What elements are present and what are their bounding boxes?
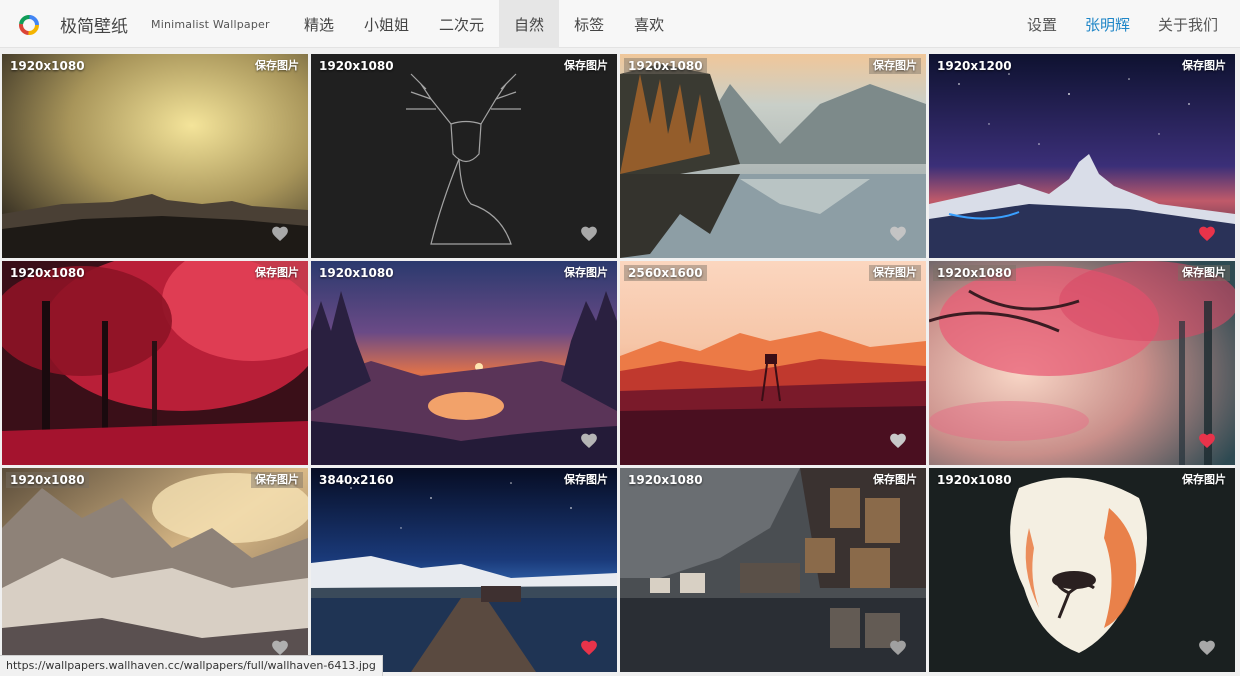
wallpaper-thumbnail — [620, 261, 926, 465]
wallpaper-card[interactable]: 1920x1080 保存图片 — [2, 54, 308, 258]
save-image-button[interactable]: 保存图片 — [251, 472, 303, 488]
wallpaper-thumbnail — [929, 261, 1235, 465]
resolution-label: 1920x1080 — [10, 266, 85, 280]
wallpaper-thumbnail — [2, 54, 308, 258]
like-button[interactable] — [889, 225, 907, 242]
heart-icon — [890, 640, 906, 655]
settings-link[interactable]: 设置 — [1013, 0, 1071, 48]
wallpaper-thumbnail — [929, 468, 1235, 672]
save-image-button[interactable]: 保存图片 — [1178, 58, 1230, 74]
like-button[interactable] — [889, 432, 907, 449]
wallpaper-thumbnail — [311, 54, 617, 258]
save-image-button[interactable]: 保存图片 — [869, 265, 921, 281]
heart-icon — [581, 433, 597, 448]
wallpaper-card[interactable]: 1920x1080 保存图片 — [2, 468, 308, 672]
wallpaper-thumbnail — [2, 468, 308, 672]
heart-icon — [890, 226, 906, 241]
wallpaper-card[interactable]: 1920x1080 保存图片 — [2, 261, 308, 465]
resolution-label: 1920x1080 — [6, 472, 89, 488]
about-link[interactable]: 关于我们 — [1144, 0, 1232, 48]
resolution-label: 1920x1080 — [628, 473, 703, 487]
like-button[interactable] — [580, 225, 598, 242]
nav-tags[interactable]: 标签 — [559, 0, 619, 48]
wallpaper-card[interactable]: 1920x1080 保存图片 — [929, 261, 1235, 465]
wallpaper-card[interactable]: 1920x1080 保存图片 — [311, 54, 617, 258]
wallpaper-card[interactable]: 1920x1080 保存图片 — [929, 468, 1235, 672]
resolution-label: 1920x1080 — [319, 266, 394, 280]
wallpaper-thumbnail — [620, 54, 926, 258]
resolution-label: 1920x1080 — [624, 58, 707, 74]
wallpaper-card[interactable]: 3840x2160 保存图片 — [311, 468, 617, 672]
wallpaper-thumbnail — [620, 468, 926, 672]
wallpaper-card[interactable]: 1920x1080 保存图片 — [620, 468, 926, 672]
heart-icon — [1199, 226, 1215, 241]
save-image-button[interactable]: 保存图片 — [560, 472, 612, 488]
like-button[interactable] — [271, 225, 289, 242]
save-image-button[interactable]: 保存图片 — [251, 265, 303, 281]
wallpaper-card[interactable]: 1920x1080 保存图片 — [620, 54, 926, 258]
wallpaper-card[interactable]: 1920x1200 保存图片 — [929, 54, 1235, 258]
resolution-label: 3840x2160 — [319, 473, 394, 487]
wallpaper-grid: 1920x1080 保存图片 1920x1080 保存图片 1920x1080 … — [2, 54, 1236, 676]
wallpaper-card[interactable]: 2560x1600 保存图片 — [620, 261, 926, 465]
wallpaper-thumbnail — [929, 54, 1235, 258]
heart-icon — [1199, 433, 1215, 448]
account-nav: 设置 张明辉 关于我们 — [1013, 0, 1232, 48]
top-bar: 极简壁纸 Minimalist Wallpaper 精选 小姐姐 二次元 自然 … — [0, 0, 1240, 48]
nav-girls[interactable]: 小姐姐 — [349, 0, 424, 48]
resolution-label: 1920x1080 — [10, 59, 85, 73]
heart-icon — [581, 640, 597, 655]
resolution-label: 1920x1080 — [319, 59, 394, 73]
resolution-label: 1920x1080 — [933, 265, 1016, 281]
nav-nature[interactable]: 自然 — [499, 0, 560, 48]
save-image-button[interactable]: 保存图片 — [560, 58, 612, 74]
main-nav: 精选 小姐姐 二次元 自然 标签 喜欢 — [289, 0, 679, 48]
wallpaper-card[interactable]: 1920x1080 保存图片 — [311, 261, 617, 465]
like-button[interactable] — [1198, 639, 1216, 656]
wallpaper-thumbnail — [311, 468, 617, 672]
like-button[interactable] — [1198, 225, 1216, 242]
save-image-button[interactable]: 保存图片 — [1178, 472, 1230, 488]
user-link[interactable]: 张明辉 — [1071, 0, 1144, 48]
resolution-label: 1920x1080 — [937, 473, 1012, 487]
resolution-label: 1920x1200 — [937, 59, 1012, 73]
nav-featured[interactable]: 精选 — [289, 0, 349, 48]
heart-icon — [272, 226, 288, 241]
like-button[interactable] — [271, 639, 289, 656]
like-button[interactable] — [580, 432, 598, 449]
logo-icon[interactable] — [18, 14, 40, 36]
like-button[interactable] — [580, 639, 598, 656]
save-image-button[interactable]: 保存图片 — [1178, 265, 1230, 281]
heart-icon — [890, 433, 906, 448]
heart-icon — [581, 226, 597, 241]
like-button[interactable] — [1198, 432, 1216, 449]
save-image-button[interactable]: 保存图片 — [869, 58, 921, 74]
save-image-button[interactable]: 保存图片 — [869, 472, 921, 488]
heart-icon — [272, 640, 288, 655]
resolution-label: 2560x1600 — [624, 265, 707, 281]
save-image-button[interactable]: 保存图片 — [251, 58, 303, 74]
save-image-button[interactable]: 保存图片 — [560, 265, 612, 281]
wallpaper-thumbnail — [2, 261, 308, 465]
wallpaper-thumbnail — [311, 261, 617, 465]
nav-anime[interactable]: 二次元 — [424, 0, 499, 48]
nav-favorites[interactable]: 喜欢 — [619, 0, 679, 48]
brand-subtitle: Minimalist Wallpaper — [151, 18, 270, 31]
heart-icon — [1199, 640, 1215, 655]
brand-title[interactable]: 极简壁纸 — [60, 12, 128, 37]
like-button[interactable] — [889, 639, 907, 656]
link-status-bar: https://wallpapers.wallhaven.cc/wallpape… — [0, 655, 383, 676]
